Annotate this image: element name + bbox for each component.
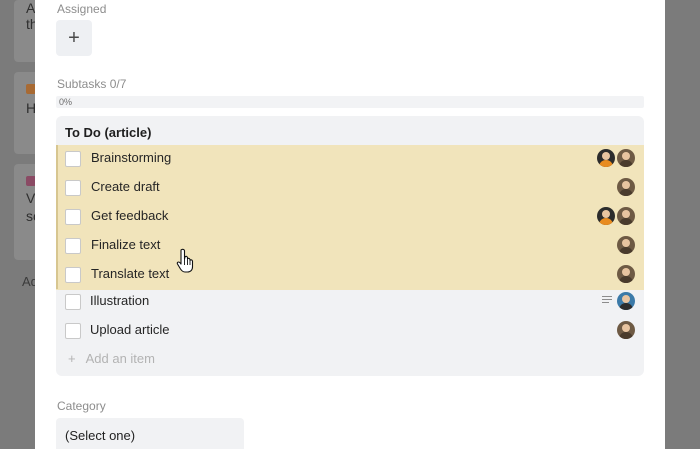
add-item-label: Add an item <box>85 351 155 366</box>
avatar[interactable] <box>617 321 635 339</box>
board-card-text: V <box>26 190 36 206</box>
checklist-checkbox[interactable] <box>65 238 81 254</box>
category-label: Category <box>57 399 106 413</box>
checklist-item-label[interactable]: Upload article <box>90 322 170 337</box>
checklist-item-label[interactable]: Finalize text <box>91 237 160 252</box>
checklist-checkbox[interactable] <box>65 151 81 167</box>
add-assignee-button[interactable]: + <box>56 20 92 56</box>
checklist-checkbox[interactable] <box>65 209 81 225</box>
checklist-item[interactable]: Brainstorming <box>56 145 644 174</box>
avatar[interactable] <box>617 265 635 283</box>
selection-indicator <box>56 145 58 289</box>
checklist-title[interactable]: To Do (article) <box>65 125 151 140</box>
checklist-item-label[interactable]: Get feedback <box>91 208 168 223</box>
category-select[interactable]: (Select one) <box>56 418 244 449</box>
card-detail-modal: Assigned + Subtasks 0/7 0% To Do (articl… <box>35 0 665 449</box>
checklist-item-label[interactable]: Illustration <box>90 293 149 308</box>
avatar[interactable] <box>617 207 635 225</box>
checklist-item[interactable]: Finalize text <box>56 232 644 261</box>
checklist-checkbox[interactable] <box>65 294 81 310</box>
avatar[interactable] <box>617 292 635 310</box>
avatar[interactable] <box>597 207 615 225</box>
checklist-item[interactable]: Create draft <box>56 174 644 203</box>
checklist-item[interactable]: Translate text <box>56 261 644 290</box>
description-icon <box>602 296 612 305</box>
checklist-item-label[interactable]: Create draft <box>91 179 160 194</box>
avatar[interactable] <box>617 149 635 167</box>
add-checklist-item-button[interactable]: + Add an item <box>68 351 155 366</box>
checklist-item[interactable]: Get feedback <box>56 203 644 232</box>
subtasks-progress-text: 0% <box>59 97 73 107</box>
checklist-item-label[interactable]: Brainstorming <box>91 150 171 165</box>
checklist-item[interactable]: Upload article <box>56 317 644 346</box>
hand-cursor-icon <box>176 248 194 273</box>
avatar[interactable] <box>617 178 635 196</box>
assigned-label: Assigned <box>57 2 107 16</box>
subtasks-progress-bar: 0% <box>56 96 644 108</box>
checklist-item[interactable]: Illustration <box>56 288 644 317</box>
plus-icon: + <box>68 351 76 366</box>
checklist-checkbox[interactable] <box>65 180 81 196</box>
checklist-checkbox[interactable] <box>65 323 81 339</box>
board-card-text: A <box>26 0 36 16</box>
subtasks-label: Subtasks 0/7 <box>57 77 127 91</box>
checklist: To Do (article) Brainstorming Create dra… <box>56 116 644 376</box>
avatar[interactable] <box>617 236 635 254</box>
checklist-item-label[interactable]: Translate text <box>91 266 169 281</box>
category-select-value: (Select one) <box>65 428 136 443</box>
checklist-checkbox[interactable] <box>65 267 81 283</box>
avatar[interactable] <box>597 149 615 167</box>
